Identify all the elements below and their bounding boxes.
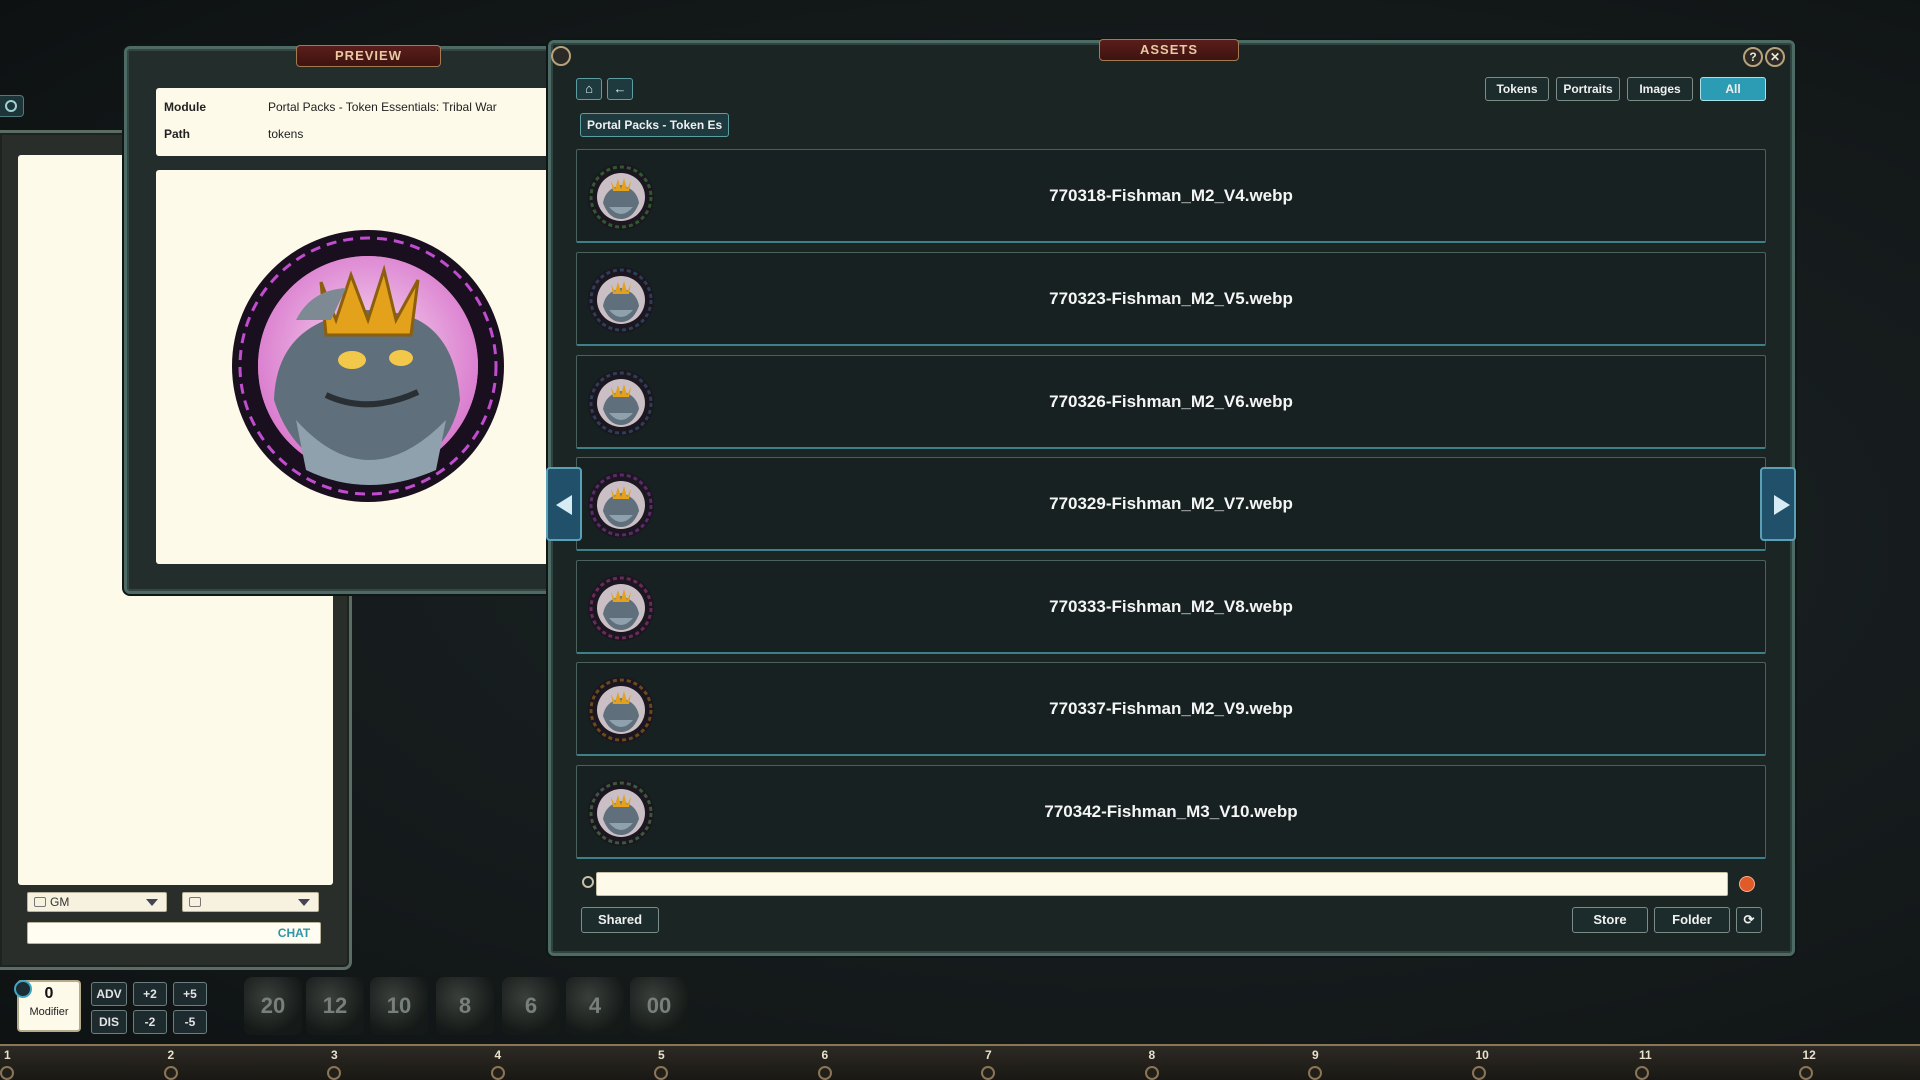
preview-info: Module Portal Packs - Token Essentials: … [156,88,552,156]
ruler-marker [490,1066,505,1080]
ruler-label: 2 [167,1048,175,1062]
gear-icon[interactable] [14,980,32,998]
minus5-button[interactable]: -5 [173,1010,207,1034]
menu-icon[interactable] [1739,876,1755,892]
chevron-down-icon [146,899,158,906]
chat-identity-select[interactable]: GM [27,892,167,912]
preview-image-area [156,170,552,564]
ruler-marker [654,1066,668,1080]
plus2-button[interactable]: +2 [133,982,167,1006]
ruler-marker [327,1066,341,1080]
modifier-label: Modifier [29,1006,69,1018]
chevron-down-icon [298,899,310,906]
path-value: tokens [268,127,304,141]
d4-die-button[interactable]: 4 [566,977,624,1035]
asset-filename: 770333-Fishman_M2_V8.webp [1049,596,1293,616]
ruler-marker [981,1066,995,1080]
path-row: Path tokens [164,127,303,141]
user-icon [5,100,17,112]
preview-title: PREVIEW [296,45,441,67]
asset-filename: 770326-Fishman_M2_V6.webp [1049,391,1293,411]
asset-filename: 770323-Fishman_M2_V5.webp [1049,288,1293,308]
ruler-label: 12 [1802,1048,1816,1062]
d12-die-button[interactable]: 12 [306,977,364,1035]
store-button[interactable]: Store [1572,907,1648,933]
asset-search-input[interactable] [596,872,1728,896]
search-icon [582,876,594,888]
d100-die-button[interactable]: 00 [630,977,688,1035]
filter-tokens-button[interactable]: Tokens [1485,77,1549,101]
dis-button[interactable]: DIS [91,1010,127,1034]
asset-row[interactable]: 770333-Fishman_M2_V8.webp [576,560,1766,654]
chat-identity-value: GM [50,895,70,909]
module-value: Portal Packs - Token Essentials: Tribal … [268,100,497,114]
asset-row[interactable]: 770318-Fishman_M2_V4.webp [576,149,1766,243]
help-button[interactable]: ? [1743,47,1763,67]
filter-all-button[interactable]: All [1700,77,1766,101]
ruler-marker [163,1066,178,1080]
chevron-right-icon [1774,495,1790,515]
assets-title: ASSETS [1099,39,1239,61]
refresh-icon: ⟳ [1743,912,1755,927]
chevron-left-icon [556,495,572,515]
d6-die-button[interactable]: 6 [502,977,560,1035]
ruler-label: 7 [985,1048,992,1062]
ruler-label: 1 [4,1048,11,1062]
ruler-marker [1308,1066,1322,1080]
arrow-left-icon: ← [613,81,627,96]
ruler-marker [0,1066,14,1080]
close-button[interactable]: ✕ [1765,47,1785,67]
minus2-button[interactable]: -2 [133,1010,167,1034]
ruler-label: 5 [658,1048,665,1062]
identity-toggle-button[interactable] [0,95,24,117]
ruler-label: 10 [1475,1048,1489,1062]
hex-ruler: 1 2 3 4 5 6 7 8 9 10 11 12 [0,1044,1920,1080]
asset-filename: 770337-Fishman_M2_V9.webp [1049,698,1293,718]
back-button[interactable]: ← [607,78,633,100]
ruler-label: 11 [1639,1048,1652,1062]
d10-die-button[interactable]: 10 [370,977,428,1035]
fishman-token-image [232,230,504,502]
filter-images-button[interactable]: Images [1627,77,1693,101]
speech-bubble-icon [34,897,46,907]
asset-row[interactable]: 770326-Fishman_M2_V6.webp [576,355,1766,449]
ruler-label: 9 [1312,1048,1319,1062]
ruler-marker [1144,1066,1159,1080]
adv-button[interactable]: ADV [91,982,127,1006]
asset-filename: 770342-Fishman_M3_V10.webp [1044,801,1298,821]
asset-row[interactable]: 770337-Fishman_M2_V9.webp [576,662,1766,756]
ruler-label: 8 [1148,1048,1156,1062]
d8-die-button[interactable]: 8 [436,977,494,1035]
next-page-button[interactable] [1760,467,1796,541]
home-button[interactable]: ⌂ [576,78,602,100]
popout-icon[interactable] [551,46,571,66]
ruler-marker [1798,1066,1813,1080]
ruler-label: 4 [494,1048,502,1062]
chat-mode-select[interactable] [182,892,319,912]
asset-filename: 770318-Fishman_M2_V4.webp [1049,185,1293,205]
ruler-marker [1471,1066,1486,1080]
folder-button[interactable]: Folder [1654,907,1730,933]
home-icon: ⌂ [585,81,593,96]
asset-filename: 770329-Fishman_M2_V7.webp [1049,493,1293,513]
path-label: Path [164,127,191,141]
chat-send-button[interactable]: CHAT [274,924,314,942]
ruler-label: 6 [821,1048,829,1062]
plus5-button[interactable]: +5 [173,982,207,1006]
refresh-button[interactable]: ⟳ [1736,907,1762,933]
asset-row[interactable]: 770323-Fishman_M2_V5.webp [576,252,1766,346]
ruler-label: 3 [331,1048,338,1062]
ruler-marker [1635,1066,1649,1080]
module-row: Module Portal Packs - Token Essentials: … [164,100,497,114]
filter-portraits-button[interactable]: Portraits [1556,77,1620,101]
speech-bubble-icon [189,897,201,907]
d20-die-button[interactable]: 20 [244,977,302,1035]
module-label: Module [164,100,206,114]
asset-row[interactable]: 770342-Fishman_M3_V10.webp [576,765,1766,859]
prev-page-button[interactable] [546,467,582,541]
shared-button[interactable]: Shared [581,907,659,933]
ruler-marker [817,1066,832,1080]
asset-row[interactable]: 770329-Fishman_M2_V7.webp [576,457,1766,551]
breadcrumb[interactable]: Portal Packs - Token Es [580,113,730,137]
